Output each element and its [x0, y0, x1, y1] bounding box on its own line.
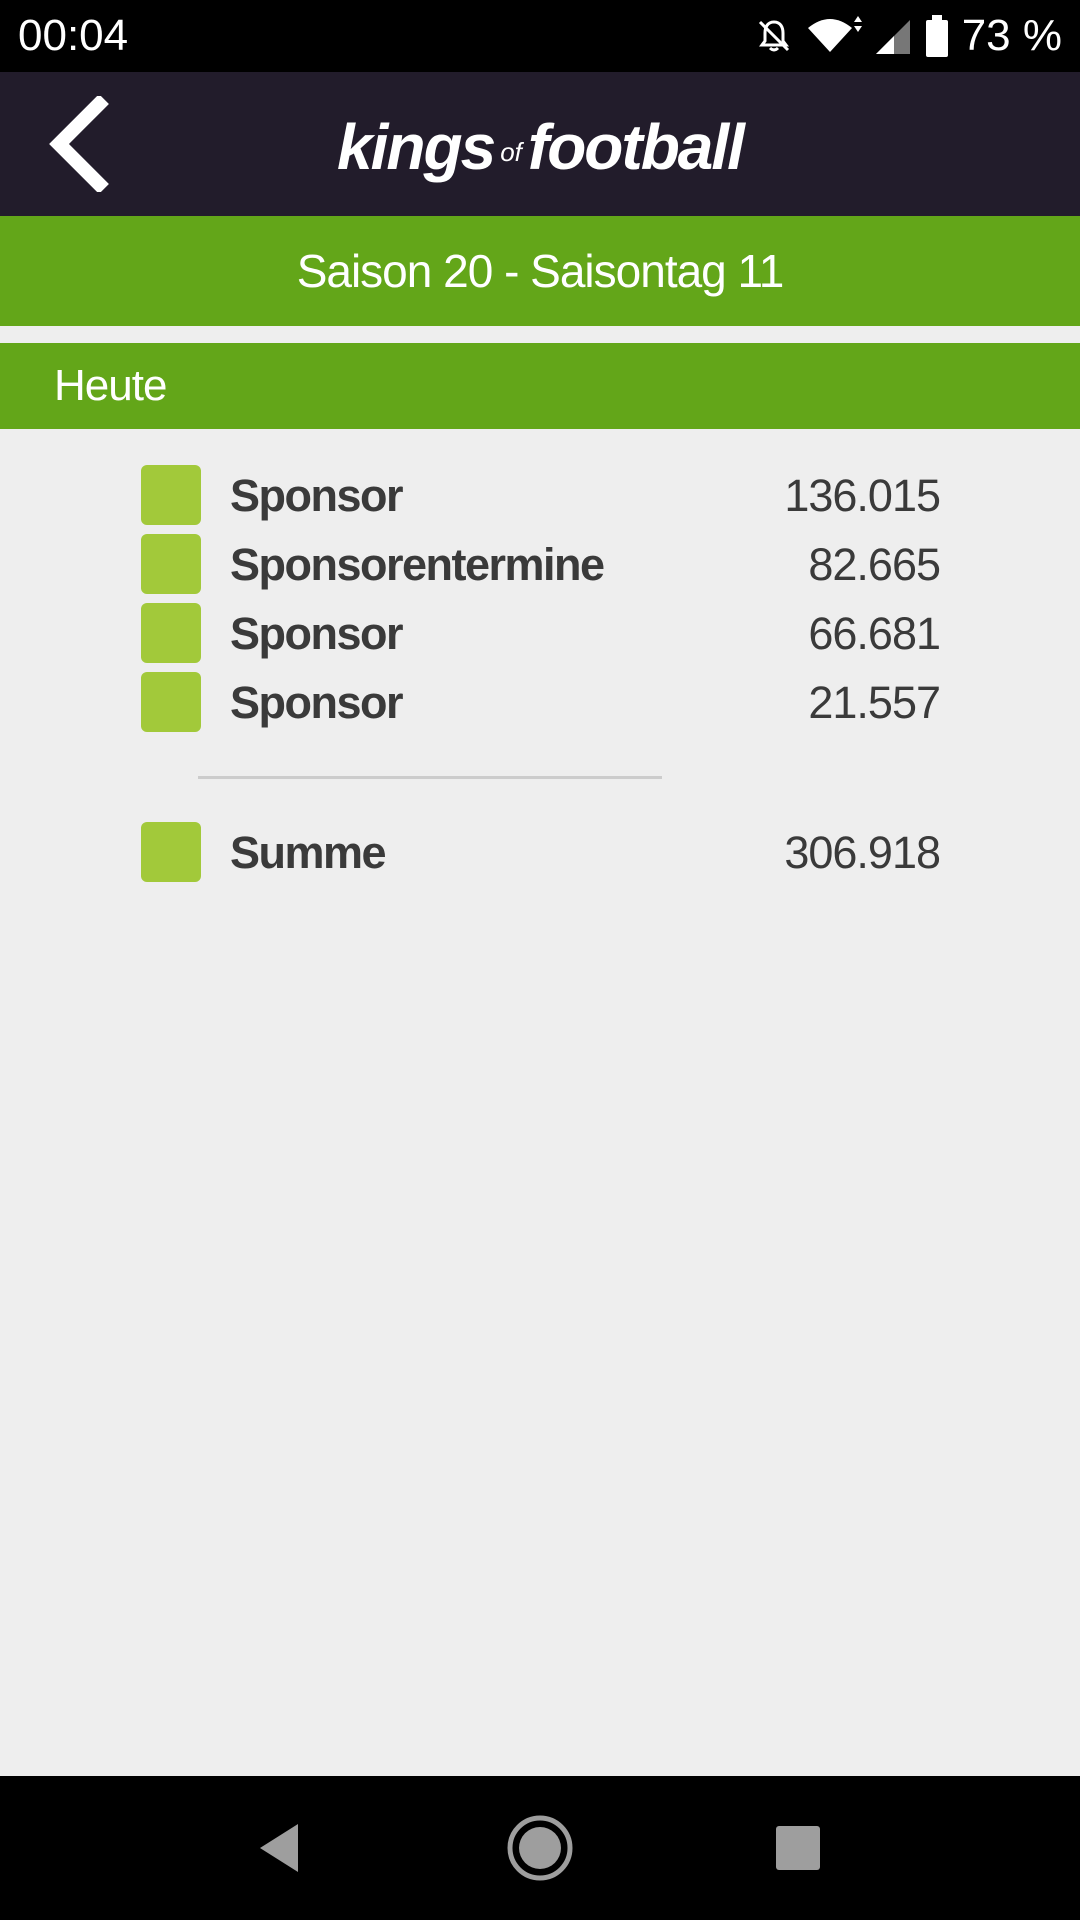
- nav-recents-button[interactable]: [756, 1806, 840, 1890]
- total-row: Summe 306.918: [0, 822, 1080, 884]
- color-marker: [141, 465, 201, 525]
- list-item: Sponsor 21.557: [0, 672, 1080, 734]
- row-value: 82.665: [808, 539, 941, 590]
- back-triangle-icon: [260, 1824, 298, 1872]
- signal-icon: [874, 16, 912, 56]
- divider: [198, 776, 662, 779]
- system-navigation-bar: [0, 1776, 1080, 1920]
- row-value: 136.015: [784, 470, 941, 521]
- notifications-off-icon: [754, 16, 794, 56]
- row-value: 66.681: [808, 608, 941, 659]
- recents-square-icon: [776, 1826, 820, 1870]
- wifi-icon: [806, 16, 862, 56]
- nav-back-button[interactable]: [238, 1806, 322, 1890]
- nav-home-button[interactable]: [498, 1806, 582, 1890]
- status-icons: 73 %: [742, 12, 1062, 60]
- battery-percentage: 73 %: [961, 11, 1062, 60]
- row-label: Sponsor: [230, 470, 404, 521]
- total-label: Summe: [230, 827, 387, 878]
- list-item: Sponsorentermine 82.665: [0, 534, 1080, 596]
- row-value: 21.557: [808, 677, 941, 728]
- color-marker: [141, 603, 201, 663]
- color-marker: [141, 672, 201, 732]
- status-time: 00:04: [18, 11, 129, 60]
- season-title: Saison 20 - Saisontag 11: [296, 245, 785, 297]
- season-title-bar: Saison 20 - Saisontag 11: [0, 216, 1080, 326]
- home-circle-icon: [507, 1815, 573, 1881]
- battery-icon: [924, 15, 950, 57]
- logo-of: of: [500, 137, 522, 168]
- color-marker: [141, 534, 201, 594]
- row-label: Sponsor: [230, 677, 404, 728]
- color-marker: [141, 822, 201, 882]
- list-item: Sponsor 66.681: [0, 603, 1080, 665]
- status-bar: 00:04 73 %: [0, 0, 1080, 72]
- logo-football: football: [527, 111, 745, 183]
- row-label: Sponsorentermine: [230, 539, 605, 590]
- app-header: kings offootball: [0, 72, 1080, 216]
- app-logo: kings offootball: [0, 112, 1080, 187]
- list-item: Sponsor 136.015: [0, 465, 1080, 527]
- logo-kings: kings: [337, 111, 496, 183]
- section-header-today: Heute: [0, 343, 1080, 429]
- row-label: Sponsor: [230, 608, 404, 659]
- total-value: 306.918: [784, 827, 941, 878]
